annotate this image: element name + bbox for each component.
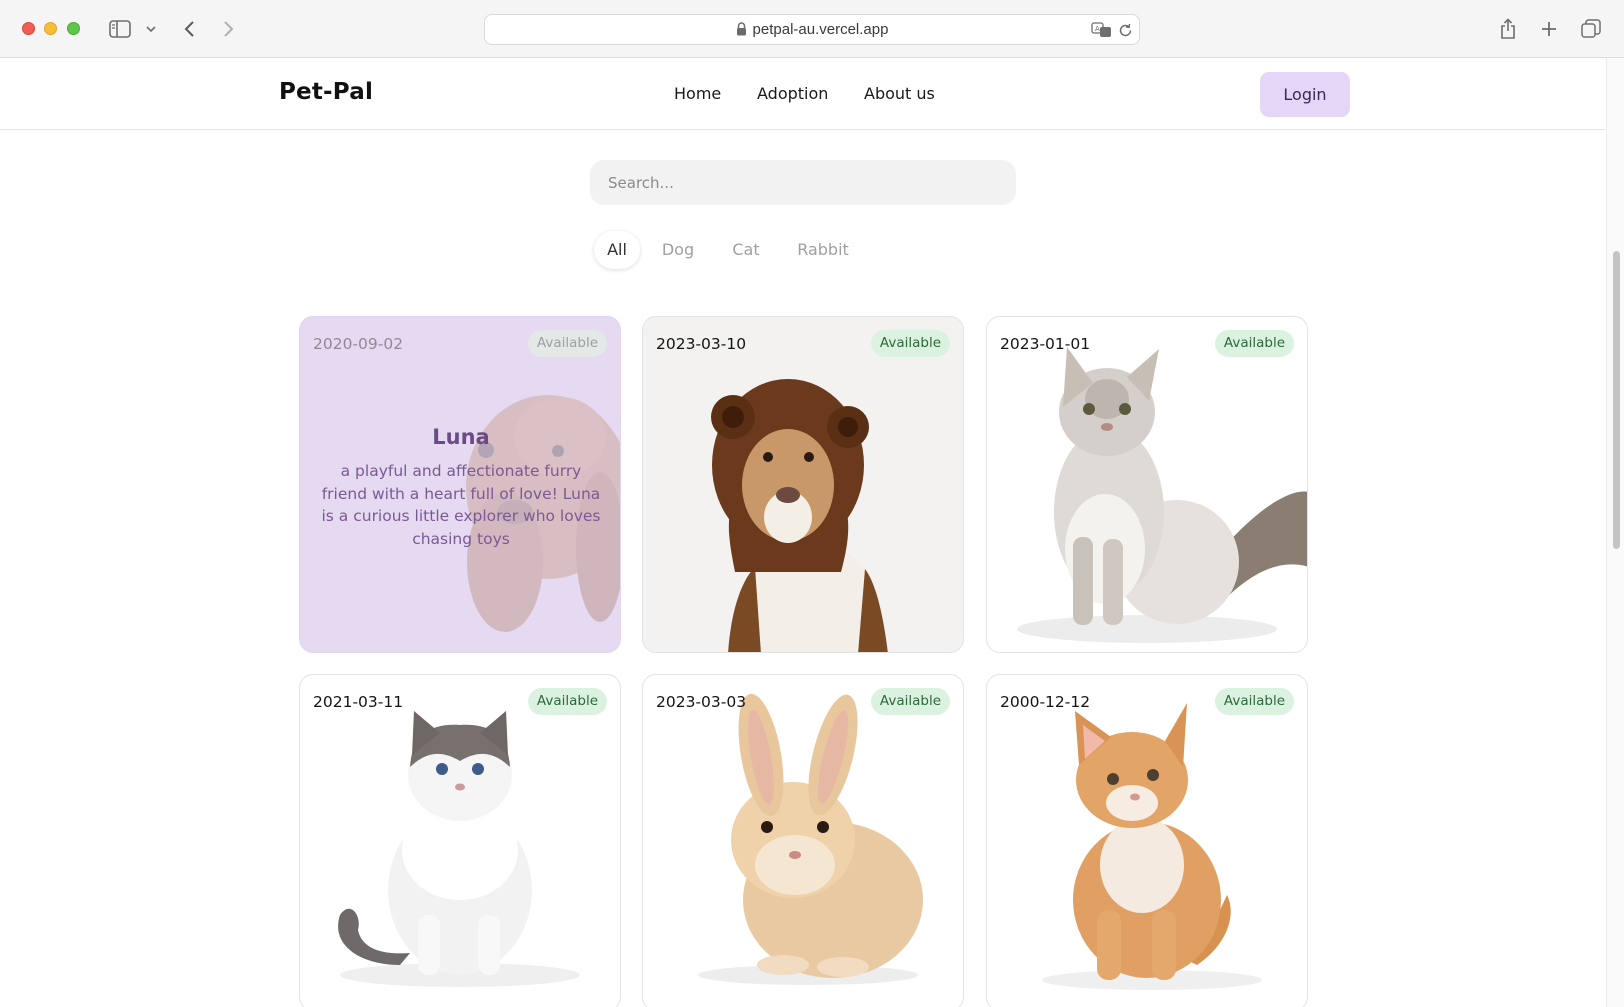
minimize-window-button[interactable] bbox=[44, 22, 57, 35]
pet-card[interactable]: 2023-03-03 Available bbox=[642, 674, 964, 1007]
pet-date: 2020-09-02 bbox=[313, 335, 404, 353]
tab-overview-icon[interactable] bbox=[1580, 16, 1602, 42]
category-filter-tabs: All Dog Cat Rabbit bbox=[594, 231, 854, 269]
search-input[interactable] bbox=[590, 160, 1016, 205]
share-icon[interactable] bbox=[1498, 16, 1518, 42]
address-bar[interactable]: petpal-au.vercel.app A bbox=[484, 14, 1140, 45]
scrollbar-thumb[interactable] bbox=[1613, 251, 1620, 549]
cat-photo bbox=[1017, 347, 1307, 643]
status-badge: Available bbox=[527, 330, 607, 357]
browser-toolbar: petpal-au.vercel.app A bbox=[0, 0, 1624, 58]
sidebar-toggle-icon[interactable] bbox=[108, 16, 132, 42]
status-badge: Available bbox=[1214, 688, 1294, 715]
zoom-window-button[interactable] bbox=[67, 22, 80, 35]
pet-description: a playful and affectionate furry friend … bbox=[321, 462, 601, 548]
rabbit-photo bbox=[698, 693, 923, 985]
close-window-button[interactable] bbox=[22, 22, 35, 35]
svg-text:A: A bbox=[1095, 25, 1100, 33]
pet-card[interactable]: 2023-03-10 Available bbox=[642, 316, 964, 653]
pet-details-overlay: Luna a playful and affectionate furry fr… bbox=[300, 317, 620, 652]
filter-tab-dog[interactable]: Dog bbox=[657, 231, 699, 269]
pet-date: 2023-03-10 bbox=[656, 335, 747, 353]
status-badge: Available bbox=[1214, 330, 1294, 357]
lock-icon bbox=[736, 22, 747, 40]
pet-card[interactable]: 2021-03-11 Available bbox=[299, 674, 621, 1007]
new-tab-icon[interactable] bbox=[1539, 16, 1559, 42]
forward-arrow-icon[interactable] bbox=[220, 16, 238, 42]
site-header: Pet-Pal Home Adoption About us Login bbox=[0, 59, 1606, 130]
pet-date: 2023-03-03 bbox=[656, 693, 747, 711]
page-scrollbar[interactable] bbox=[1606, 59, 1624, 1007]
nav-link-adoption[interactable]: Adoption bbox=[757, 84, 828, 103]
url-text: petpal-au.vercel.app bbox=[752, 21, 889, 38]
nav-link-home[interactable]: Home bbox=[674, 84, 721, 103]
status-badge: Available bbox=[870, 688, 950, 715]
pet-card[interactable]: Luna a playful and affectionate furry fr… bbox=[299, 316, 621, 653]
site-logo[interactable]: Pet-Pal bbox=[279, 79, 373, 105]
filter-tab-cat[interactable]: Cat bbox=[728, 231, 764, 269]
nav-link-about-us[interactable]: About us bbox=[864, 84, 935, 103]
pet-date: 2023-01-01 bbox=[1000, 335, 1091, 353]
pet-date: 2021-03-11 bbox=[313, 693, 404, 711]
cat-photo bbox=[1042, 703, 1262, 990]
login-button[interactable]: Login bbox=[1260, 72, 1350, 117]
pet-card[interactable]: 2023-01-01 Available bbox=[986, 316, 1308, 653]
filter-tab-rabbit[interactable]: Rabbit bbox=[793, 231, 853, 269]
chevron-down-icon[interactable] bbox=[144, 16, 158, 42]
back-arrow-icon[interactable] bbox=[180, 16, 198, 42]
pet-card[interactable]: 2000-12-12 Available bbox=[986, 674, 1308, 1007]
dog-photo bbox=[711, 379, 888, 652]
filter-tab-all[interactable]: All bbox=[594, 231, 640, 269]
page-viewport: Pet-Pal Home Adoption About us Login All… bbox=[0, 59, 1606, 1007]
status-badge: Available bbox=[870, 330, 950, 357]
status-badge: Available bbox=[527, 688, 607, 715]
pet-date: 2000-12-12 bbox=[1000, 693, 1091, 711]
translate-icon[interactable]: A bbox=[1091, 20, 1113, 40]
pet-name: Luna bbox=[432, 425, 490, 449]
cat-photo bbox=[338, 711, 580, 987]
reload-icon[interactable] bbox=[1117, 20, 1133, 40]
